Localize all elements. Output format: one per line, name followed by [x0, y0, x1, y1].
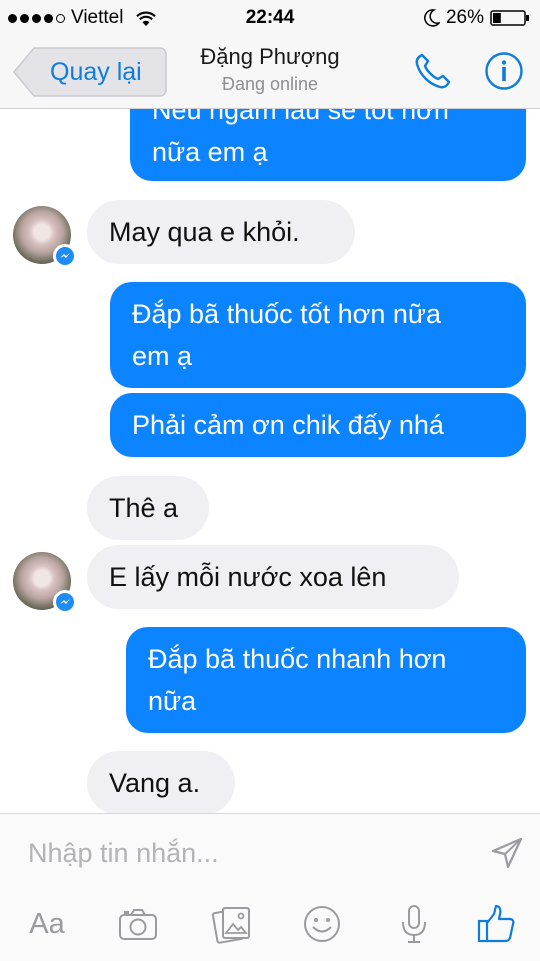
contact-avatar[interactable] [13, 206, 77, 268]
messenger-badge-icon [53, 590, 77, 614]
emoji-icon[interactable] [298, 900, 346, 948]
message-line: Đắp bã thuốc nhanh hơn [148, 644, 447, 674]
message-line: Đắp bã thuốc tốt hơn nữa [132, 299, 441, 329]
status-bar: Viettel 22:44 26% [0, 0, 540, 36]
aa-text-icon[interactable]: Aa [22, 900, 72, 948]
incoming-message[interactable]: May qua e khỏi. [87, 200, 355, 264]
contact-avatar[interactable] [13, 552, 77, 614]
message-line: Vang a. [109, 768, 201, 798]
message-line: Thê a [109, 493, 179, 523]
send-icon[interactable] [490, 836, 524, 870]
message-composer: Nhập tin nhắn... Aa [0, 813, 540, 961]
message-line: nữa [148, 686, 197, 716]
like-thumb-icon[interactable] [472, 900, 520, 948]
photo-gallery-icon[interactable] [208, 900, 256, 948]
incoming-message[interactable]: Vang a. [87, 751, 235, 813]
conversation-header: Quay lại Đặng Phượng Đang online [0, 36, 540, 109]
outgoing-message[interactable]: Phải cảm ơn chik đấy nhá [110, 393, 526, 457]
message-line: em ạ [132, 341, 193, 371]
message-input[interactable]: Nhập tin nhắn... [28, 838, 219, 869]
battery-percent: 26% [445, 7, 484, 28]
incoming-message[interactable]: E lấy mỗi nước xoa lên [87, 545, 459, 609]
battery-icon [490, 10, 529, 26]
composer-toolbar: Aa [0, 900, 540, 950]
message-line: Phải cảm ơn chik đấy nhá [132, 410, 444, 440]
microphone-icon[interactable] [390, 900, 438, 948]
camera-icon[interactable] [114, 900, 162, 948]
message-line: nữa em ạ [152, 137, 268, 167]
info-icon[interactable] [484, 51, 524, 91]
do-not-disturb-moon-icon [424, 9, 440, 27]
outgoing-message[interactable]: Đắp bã thuốc nhanh hơn nữa [126, 627, 526, 733]
message-line: Nếu ngâm lâu sẽ tốt hơn [152, 109, 449, 125]
phone-call-icon[interactable] [412, 50, 454, 92]
incoming-message[interactable]: Thê a [87, 476, 209, 540]
messenger-badge-icon [53, 244, 77, 268]
outgoing-message[interactable]: Đắp bã thuốc tốt hơn nữa em ạ [110, 282, 526, 388]
message-line: May qua e khỏi. [109, 217, 300, 247]
message-thread[interactable]: Nếu ngâm lâu sẽ tốt hơn nữa em ạ May qua… [0, 109, 540, 813]
outgoing-message[interactable]: Nếu ngâm lâu sẽ tốt hơn nữa em ạ [130, 109, 526, 181]
message-line: E lấy mỗi nước xoa lên [109, 562, 387, 592]
back-label: Quay lại [50, 57, 142, 86]
